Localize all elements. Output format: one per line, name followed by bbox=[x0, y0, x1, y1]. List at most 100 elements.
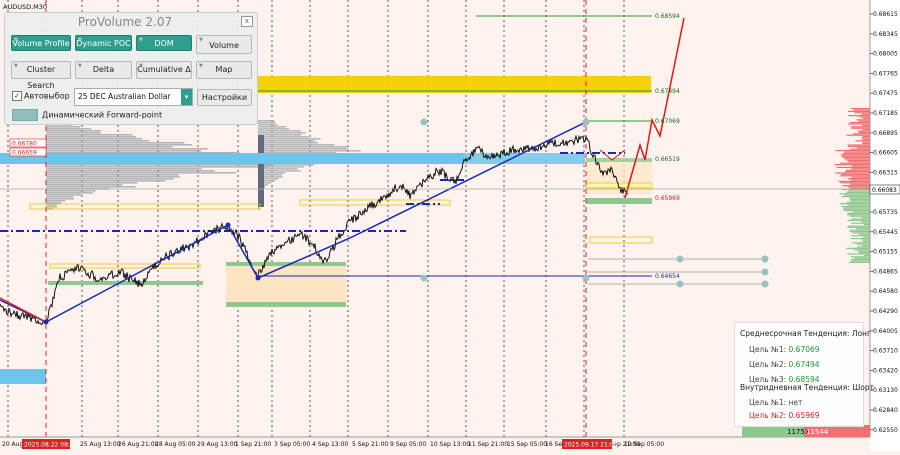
price-axis bbox=[870, 0, 900, 451]
dynamic-poc-button[interactable]: ▼ Dynamic POC bbox=[75, 35, 132, 51]
map-button[interactable]: ▼ Map bbox=[196, 61, 252, 79]
dropdown-marker-icon: ▼ bbox=[199, 37, 203, 43]
price-tick-label: 0.63130 bbox=[873, 387, 898, 394]
dom-bid-level bbox=[848, 190, 870, 192]
dom-bid-level bbox=[849, 198, 870, 200]
volume-bar bbox=[46, 198, 74, 200]
dom-bid-level bbox=[861, 217, 870, 219]
dom-ask-level bbox=[846, 159, 870, 161]
dom-bid-level bbox=[852, 232, 870, 234]
volume-bar bbox=[258, 138, 321, 140]
poc-bar bbox=[258, 135, 264, 207]
time-tick-label: 26 Aug 21:00 bbox=[118, 441, 159, 448]
price-tick-label: 0.62840 bbox=[873, 407, 898, 414]
volume-bar bbox=[258, 164, 315, 166]
volume-bar bbox=[46, 174, 179, 176]
dom-bid-level bbox=[839, 193, 870, 195]
orange-zone bbox=[226, 264, 346, 306]
dom-bid-level bbox=[843, 207, 870, 209]
intra-target-1: Цель №1: нет bbox=[749, 398, 803, 407]
volume-button[interactable]: ▼ Volume bbox=[196, 35, 252, 54]
dom-ask-level bbox=[851, 176, 870, 178]
dom-ask-level bbox=[858, 120, 870, 122]
dom-bid-level bbox=[847, 253, 870, 255]
dom-bid-level bbox=[854, 257, 870, 259]
volume-bar bbox=[258, 150, 361, 152]
price-tick-label: 0.65155 bbox=[873, 249, 898, 256]
dom-bid-level bbox=[859, 233, 870, 235]
cumulative-delta-button[interactable]: ▼ Cumulative Δ bbox=[136, 61, 192, 79]
price-tick-label: 0.66605 bbox=[873, 150, 898, 157]
dom-ask-level bbox=[847, 186, 870, 188]
time-tick-label: 25 Aug 13:00 bbox=[80, 441, 121, 448]
dom-bid-level bbox=[856, 228, 870, 230]
price-tick-label: 0.63710 bbox=[873, 348, 898, 355]
dom-ask-level bbox=[842, 157, 870, 159]
price-tick-label: 0.64290 bbox=[873, 308, 898, 315]
volume-bar bbox=[46, 170, 215, 172]
volume-bar bbox=[258, 140, 316, 142]
volume-bar bbox=[46, 142, 185, 144]
dom-button[interactable]: ▼ DOM bbox=[136, 35, 192, 51]
dom-bid-level bbox=[849, 231, 870, 233]
forward-point-toggle[interactable]: Динамический Forward-point bbox=[12, 109, 162, 121]
dom-bid-level bbox=[863, 254, 870, 256]
dom-ask-level bbox=[863, 117, 870, 119]
blue-zone-right bbox=[464, 153, 585, 164]
dom-bid-level bbox=[841, 205, 870, 207]
volume-bar bbox=[46, 182, 138, 184]
volume-bar bbox=[258, 130, 301, 132]
dom-ask-level bbox=[845, 169, 870, 171]
panel-close-button[interactable]: x bbox=[241, 16, 253, 27]
dom-ask-level bbox=[840, 175, 870, 177]
dom-ask-level bbox=[862, 129, 870, 131]
volume-bar bbox=[258, 122, 276, 124]
dom-ask-level bbox=[841, 155, 870, 157]
dom-bid-level bbox=[849, 215, 870, 217]
dom-bid-level bbox=[846, 191, 870, 193]
symbol-label: AUDUSD,M30 bbox=[3, 3, 47, 11]
time-tick-label: 5 Sep 21:00 bbox=[352, 441, 388, 448]
current-price-label: 0.66083 bbox=[872, 187, 897, 194]
price-tick-label: 0.63420 bbox=[873, 367, 898, 374]
volume-bar bbox=[46, 126, 81, 128]
dom-bid-level bbox=[850, 238, 870, 240]
dom-ask-level bbox=[856, 147, 870, 149]
delta-button[interactable]: ▼ Delta bbox=[75, 61, 132, 79]
dom-ask-level bbox=[838, 180, 870, 182]
dom-ask-level bbox=[856, 119, 870, 121]
settings-button[interactable]: Настройки bbox=[197, 89, 252, 106]
dom-ask-level bbox=[836, 166, 870, 168]
price-tick-label: 0.64005 bbox=[873, 328, 898, 335]
dom-bid-level bbox=[863, 224, 870, 226]
price-tick-label: 0.68005 bbox=[873, 51, 898, 58]
dom-bid-level bbox=[843, 210, 870, 212]
time-tick-label: 3 Sep 05:00 bbox=[274, 441, 310, 448]
volume-bar bbox=[46, 190, 96, 192]
dom-ask-level bbox=[848, 145, 870, 147]
dom-ask-level bbox=[851, 127, 870, 129]
volume-profile-button[interactable]: ▼ Volume Profile bbox=[11, 35, 71, 51]
provolume-panel[interactable]: ProVolume 2.07 x ▼ Volume Profile ▼ Dynami… bbox=[4, 12, 258, 125]
level-label-3: 0.67069 bbox=[655, 118, 680, 125]
volume-bar bbox=[46, 146, 173, 148]
dom-ask-level bbox=[850, 108, 870, 110]
cluster-search-button[interactable]: ▼ Cluster Search bbox=[11, 61, 71, 90]
volume-bar bbox=[258, 170, 301, 172]
intra-target-2: Цель №2: 0.65969 bbox=[749, 411, 820, 420]
yellow-zone bbox=[258, 76, 651, 93]
price-tick-label: 0.67765 bbox=[873, 70, 898, 77]
dom-ask-level bbox=[834, 164, 870, 166]
level-label-2: 0.67494 bbox=[655, 88, 680, 95]
dropdown-marker-icon: ▼ bbox=[139, 37, 143, 43]
dom-bid-level bbox=[850, 256, 870, 258]
dom-ask-level bbox=[841, 173, 870, 175]
dom-bid-level bbox=[846, 201, 870, 203]
autoselect-checkbox[interactable]: ✓ Автовыбор bbox=[12, 91, 70, 101]
dom-ask-level bbox=[848, 115, 870, 117]
contract-select[interactable]: 25 DEC Australian Dollar ▾ bbox=[74, 88, 193, 106]
dom-bid-level bbox=[847, 214, 870, 216]
green-bar-left bbox=[48, 281, 203, 285]
dom-bid-level bbox=[847, 219, 870, 221]
price-tick-label: 0.65735 bbox=[873, 209, 898, 216]
